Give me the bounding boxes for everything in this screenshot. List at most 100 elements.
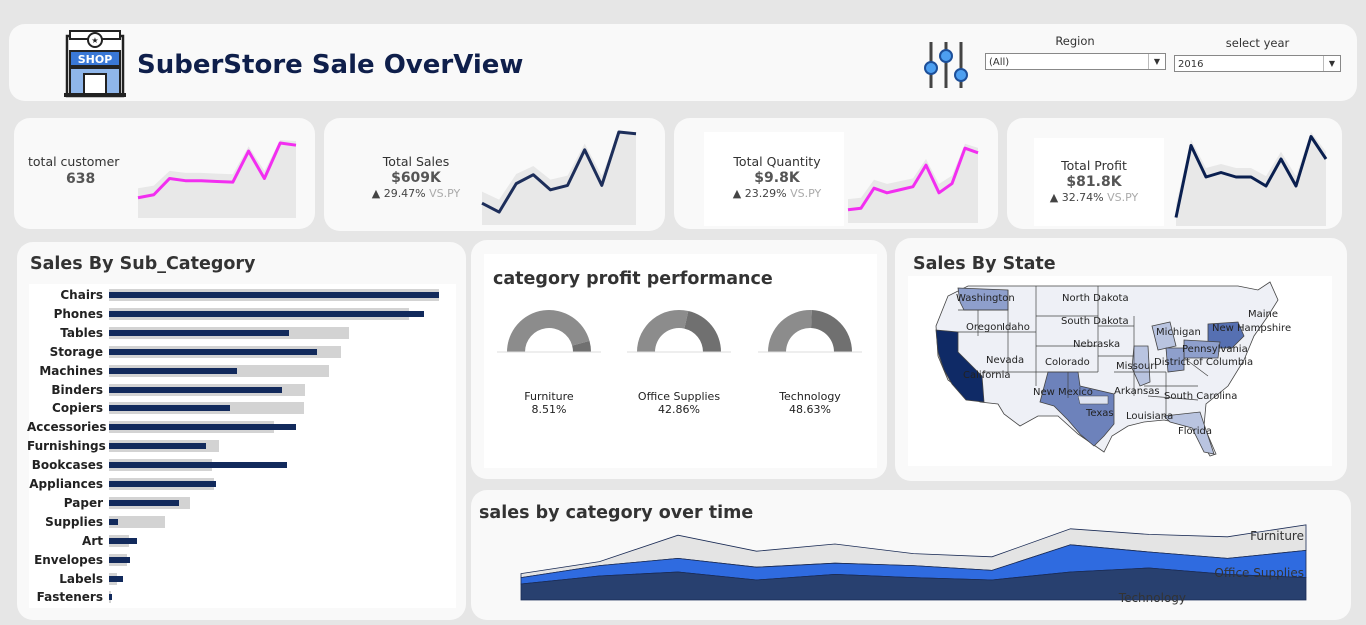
donut-grey-segment	[811, 310, 852, 352]
bar-current-year[interactable]	[109, 499, 179, 506]
map-label: Texas	[1085, 408, 1114, 419]
category-profit-donuts	[497, 310, 862, 370]
map-label: South Carolina	[1164, 391, 1237, 402]
bar-label: Copiers	[52, 401, 103, 416]
bar-label: Fasteners	[36, 590, 103, 605]
bar-label: Art	[82, 533, 103, 548]
category-profit-title: category profit performance	[493, 269, 773, 289]
bar-label: Accessories	[27, 420, 107, 435]
map-label: Pennsylvania	[1182, 344, 1248, 355]
bar-label: Envelopes	[34, 552, 103, 567]
bar-label: Machines	[39, 363, 103, 378]
kpi-value: $609K	[391, 170, 441, 186]
map-label: Arkansas	[1114, 386, 1160, 397]
bar-current-year[interactable]	[109, 575, 123, 582]
bar-current-year[interactable]	[109, 386, 282, 393]
kpi-label: total customer	[28, 154, 120, 169]
donut-category-percent: 42.86%	[658, 403, 700, 416]
sparkline-previous-area	[1176, 132, 1326, 226]
sub-category-bar-chart: Chairs Phones Tables Storage Machines Binders…	[17, 242, 466, 620]
kpi-value: $81.8K	[1066, 174, 1122, 190]
year-filter-select[interactable]: 2016 ▼	[1174, 55, 1341, 72]
donut-rest-segment	[637, 310, 689, 352]
bar-current-year[interactable]	[109, 594, 112, 601]
map-label: Florida	[1178, 426, 1212, 437]
donut-mask	[497, 352, 601, 370]
map-label: Nevada	[986, 355, 1024, 366]
map-label: Colorado	[1045, 357, 1090, 368]
kpi-label: Total Profit	[1061, 158, 1127, 173]
map-label: Louisiana	[1126, 411, 1173, 422]
year-filter-value: 2016	[1178, 59, 1204, 70]
donut-rest-segment	[768, 310, 812, 352]
shop-logo-text: SHOP	[78, 53, 113, 66]
donut-label-furniture: Furniture 8.51%	[494, 390, 604, 416]
bar-current-year[interactable]	[109, 481, 216, 487]
filter-sliders-icon[interactable]	[921, 38, 971, 90]
kpi-card-customers: total customer 638	[14, 118, 315, 229]
bar-label: Binders	[51, 382, 103, 397]
kpi-card-quantity: Total Quantity $9.8K ▲ 23.29% VS.PY	[674, 118, 998, 229]
time-area-panel: sales by category over time Furniture Off…	[471, 490, 1351, 620]
kpi-delta-value: ▲ 29.47%	[371, 187, 426, 200]
bar-current-year[interactable]	[109, 367, 237, 374]
region-filter-select[interactable]: (All) ▼	[985, 53, 1166, 70]
bar-current-year[interactable]	[109, 537, 137, 544]
sparkline-previous-area	[138, 140, 296, 218]
svg-text:★: ★	[91, 36, 98, 45]
map-label: California	[963, 370, 1011, 381]
bar-current-year[interactable]	[109, 518, 118, 525]
sub-category-panel: Sales By Sub_Category Chairs Phones Tables…	[17, 242, 466, 620]
region-filter-label: Region	[1055, 34, 1095, 48]
kpi-value: $9.8K	[754, 170, 800, 186]
bar-current-year[interactable]	[109, 348, 317, 355]
page-title: SuberStore Sale OverView	[137, 50, 524, 80]
sparkline-chart	[137, 140, 297, 218]
map-label: North Dakota	[1062, 293, 1129, 304]
sparkline-chart	[1174, 132, 1328, 226]
year-filter-label: select year	[1225, 36, 1290, 50]
donut-label-technology: Technology 48.63%	[755, 390, 865, 416]
kpi-label: Total Sales	[382, 154, 450, 169]
shop-logo-icon: ★ SHOP	[64, 30, 126, 98]
sparkline-previous-area	[848, 143, 978, 223]
bar-label: Storage	[49, 344, 103, 359]
bar-current-year[interactable]	[109, 292, 439, 298]
bar-label: Paper	[63, 495, 103, 510]
map-label: District of Columbia	[1154, 357, 1253, 368]
kpi-vs-label: VS.PY	[790, 187, 822, 200]
bar-current-year[interactable]	[109, 443, 206, 450]
bar-label: Tables	[60, 325, 103, 340]
map-label: Michigan	[1156, 327, 1201, 338]
bar-label: Supplies	[45, 514, 103, 529]
bar-label: Labels	[59, 571, 103, 586]
header-panel: ★ SHOP SuberStore Sale OverView Region (…	[9, 24, 1357, 101]
chevron-down-icon[interactable]: ▼	[1148, 54, 1165, 69]
map-label: Idaho	[1002, 322, 1030, 333]
bar-label: Bookcases	[31, 458, 103, 473]
kpi-delta-value: ▲ 32.74%	[1049, 191, 1104, 204]
bar-current-year[interactable]	[109, 329, 289, 336]
bar-current-year[interactable]	[109, 310, 424, 317]
area-series-label: Furniture	[1250, 529, 1304, 543]
donut-category-percent: 8.51%	[531, 403, 567, 416]
map-label: Nebraska	[1073, 339, 1120, 350]
chevron-down-icon[interactable]: ▼	[1323, 56, 1340, 71]
map-label: South Dakota	[1061, 316, 1129, 327]
bar-current-year[interactable]	[109, 405, 230, 412]
bar-label: Appliances	[29, 477, 103, 491]
map-label: Maine	[1248, 309, 1278, 320]
map-label: Oregon	[966, 322, 1003, 333]
sparkline-chart	[481, 130, 637, 225]
bar-current-year[interactable]	[109, 462, 287, 469]
area-series-label: Technology	[1118, 591, 1186, 605]
us-state-map: Washington Oregon Idaho North Dakota Sou…	[935, 281, 1291, 457]
kpi-delta-value: ▲ 23.29%	[732, 187, 787, 200]
kpi-vs-label: VS.PY	[1107, 191, 1139, 204]
kpi-label: Total Quantity	[733, 154, 821, 169]
bar-current-year[interactable]	[109, 556, 130, 563]
bar-current-year[interactable]	[109, 424, 296, 431]
bar-label: Phones	[53, 306, 103, 321]
kpi-delta: ▲ 23.29% VS.PY	[718, 187, 836, 200]
donut-grey-segment	[684, 311, 721, 352]
